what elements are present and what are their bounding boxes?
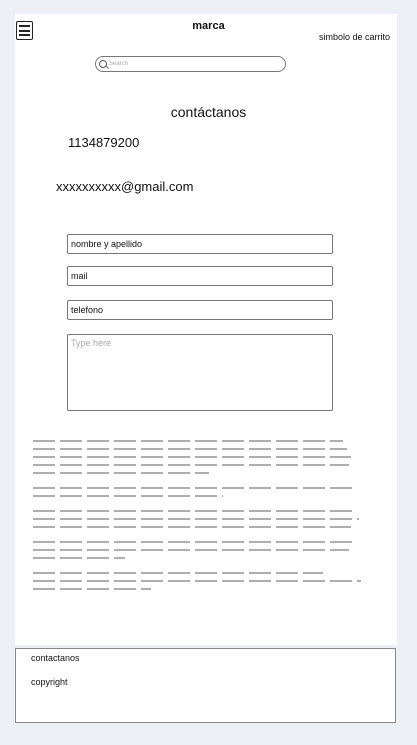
placeholder-paragraph bbox=[33, 484, 365, 499]
placeholder-line bbox=[33, 492, 223, 499]
search-icon bbox=[99, 60, 107, 68]
placeholder-line bbox=[33, 538, 353, 545]
mail-field[interactable] bbox=[67, 266, 333, 286]
contact-email: xxxxxxxxxx@gmail.com bbox=[56, 179, 194, 194]
placeholder-line bbox=[33, 546, 349, 553]
placeholder-line bbox=[33, 554, 125, 561]
placeholder-line bbox=[33, 461, 349, 468]
placeholder-line bbox=[33, 484, 353, 491]
page-title: contáctanos bbox=[170, 104, 247, 120]
brand-title: marca bbox=[192, 20, 225, 32]
placeholder-line bbox=[33, 437, 343, 444]
footer: contactanos copyright bbox=[15, 648, 396, 723]
placeholder-line bbox=[33, 453, 351, 460]
name-field[interactable] bbox=[67, 234, 333, 254]
placeholder-paragraph bbox=[33, 538, 365, 561]
placeholder-paragraph bbox=[33, 437, 365, 476]
placeholder-line bbox=[33, 569, 323, 576]
cart-link[interactable]: simbolo de carrito bbox=[319, 32, 390, 42]
search-bar[interactable] bbox=[95, 56, 286, 72]
placeholder-paragraph bbox=[33, 569, 365, 592]
placeholder-line bbox=[33, 445, 347, 452]
search-input[interactable] bbox=[109, 61, 279, 67]
menu-bar bbox=[19, 34, 30, 36]
placeholder-text-block bbox=[33, 437, 365, 600]
message-textarea[interactable] bbox=[67, 334, 333, 411]
placeholder-line bbox=[33, 515, 359, 522]
footer-contact-link[interactable]: contactanos bbox=[31, 653, 80, 663]
placeholder-line bbox=[33, 507, 355, 514]
phone-field[interactable] bbox=[67, 300, 333, 320]
placeholder-line bbox=[33, 469, 209, 476]
placeholder-line bbox=[33, 577, 361, 584]
placeholder-line bbox=[33, 585, 151, 592]
contact-phone: 1134879200 bbox=[68, 135, 140, 150]
placeholder-paragraph bbox=[33, 507, 365, 530]
footer-copyright: copyright bbox=[31, 677, 68, 687]
placeholder-line bbox=[33, 523, 351, 530]
